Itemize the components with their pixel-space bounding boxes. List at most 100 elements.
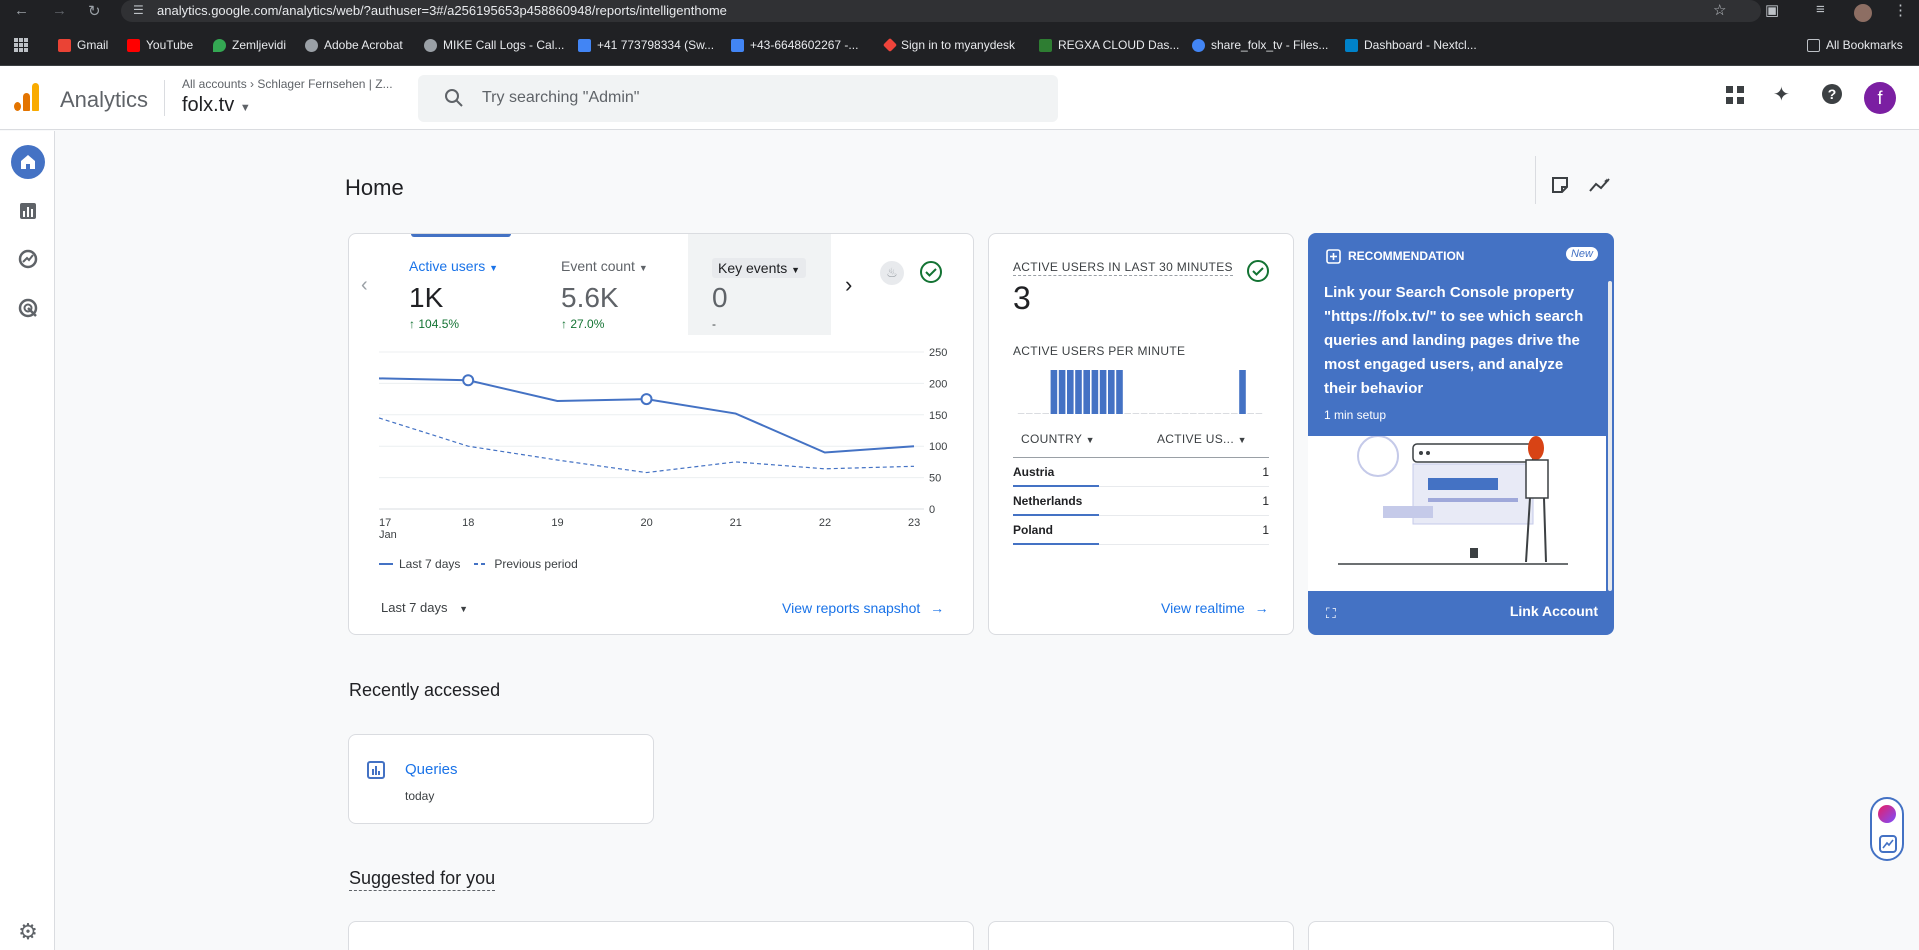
minute-bar bbox=[1149, 413, 1156, 414]
search-bar[interactable]: Try searching "Admin" bbox=[418, 75, 1058, 122]
arrow-up-icon: ↑ bbox=[409, 317, 415, 331]
apps-icon[interactable] bbox=[14, 38, 28, 52]
bookmark-maps[interactable]: Zemljevidi bbox=[213, 38, 286, 52]
metric-value: 0 bbox=[712, 282, 728, 313]
recent-item-queries[interactable]: Queries today bbox=[348, 734, 654, 824]
browser-toolbar: ← → ↻ ☰ analytics.google.com/analytics/w… bbox=[0, 0, 1919, 26]
y-tick-label: 250 bbox=[929, 347, 947, 359]
minute-bar bbox=[1083, 370, 1090, 414]
chevron-right-icon[interactable]: › bbox=[845, 272, 852, 298]
profile-icon[interactable] bbox=[1854, 4, 1872, 22]
sparkle-icon[interactable]: ✦ bbox=[1773, 82, 1790, 107]
bookmark-youtube[interactable]: YouTube bbox=[127, 38, 193, 52]
chart-legend: Last 7 days Previous period bbox=[379, 557, 578, 571]
site-info-icon[interactable]: ☰ bbox=[133, 3, 144, 17]
floating-assistant[interactable] bbox=[1870, 797, 1904, 861]
nextcloud-icon bbox=[1192, 38, 1205, 52]
minute-bar bbox=[1116, 370, 1123, 414]
check-circle-icon[interactable] bbox=[1247, 260, 1269, 287]
bookmark-star-icon[interactable]: ☆ bbox=[1713, 1, 1726, 19]
annotation-icon[interactable] bbox=[1550, 175, 1570, 200]
minute-bar bbox=[1255, 413, 1263, 414]
column-active-users[interactable]: ACTIVE US... ▼ bbox=[1157, 432, 1247, 446]
bookmark-regxa[interactable]: REGXA CLOUD Das... bbox=[1039, 38, 1179, 52]
breadcrumb[interactable]: All accounts › Schlager Fernsehen | Z... bbox=[182, 77, 393, 91]
nav-advertising[interactable] bbox=[11, 291, 45, 325]
metric-value: 1K bbox=[409, 282, 444, 313]
nav-reports[interactable] bbox=[11, 194, 45, 228]
minute-bar bbox=[1190, 413, 1197, 414]
minute-bar bbox=[1099, 370, 1107, 414]
expand-icon[interactable]: ⛶ bbox=[1326, 605, 1336, 622]
column-country[interactable]: COUNTRY ▼ bbox=[1021, 432, 1095, 446]
x-tick-sublabel: Jan bbox=[379, 529, 397, 541]
metric-change: - bbox=[712, 317, 716, 331]
suggested-card[interactable] bbox=[348, 921, 974, 950]
metric-active-users[interactable]: Active users ▼ 1K ↑ 104.5% bbox=[409, 234, 539, 335]
analytics-chat-icon[interactable] bbox=[1879, 835, 1897, 858]
target-icon bbox=[18, 298, 38, 318]
youtube-icon bbox=[127, 38, 140, 52]
per-minute-title: ACTIVE USERS PER MINUTE bbox=[1013, 344, 1186, 358]
minute-bar bbox=[1173, 413, 1181, 414]
app-name[interactable]: Analytics bbox=[60, 87, 148, 113]
recommendation-card: RECOMMENDATION New Link your Search Cons… bbox=[1308, 233, 1614, 635]
header-divider bbox=[164, 80, 165, 116]
date-range-selector[interactable]: Last 7 days ▼ bbox=[381, 600, 468, 615]
series-line-previous bbox=[378, 417, 915, 474]
avatar[interactable]: f bbox=[1864, 82, 1896, 114]
menu-icon[interactable]: ⋮ bbox=[1893, 1, 1908, 19]
realtime-count: 3 bbox=[1013, 280, 1031, 316]
nav-explore[interactable] bbox=[11, 242, 45, 276]
nav-home[interactable] bbox=[11, 145, 45, 179]
media-icon[interactable]: ≡ bbox=[1816, 1, 1825, 18]
property-selector[interactable]: folx.tv ▼ bbox=[182, 94, 251, 117]
suggested-card[interactable] bbox=[1308, 921, 1614, 950]
x-tick-label: 20 bbox=[641, 517, 653, 529]
help-icon[interactable]: ? bbox=[1821, 83, 1843, 111]
nav-admin[interactable]: ⚙ bbox=[11, 915, 45, 949]
bookmark-phone-2[interactable]: +43-6648602267 -... bbox=[731, 38, 858, 52]
chevron-left-icon[interactable]: ‹ bbox=[361, 274, 368, 297]
table-row: Austria 1 bbox=[1013, 458, 1269, 487]
bookmark-anydesk[interactable]: Sign in to myanydesk bbox=[882, 37, 1015, 53]
address-bar[interactable]: ☰ analytics.google.com/analytics/web/?au… bbox=[121, 0, 1761, 22]
gmail-icon bbox=[58, 38, 71, 52]
chat-icon bbox=[578, 38, 591, 52]
analytics-logo[interactable] bbox=[14, 83, 40, 111]
arrow-up-icon: ↑ bbox=[561, 317, 567, 331]
recommendation-icon bbox=[1326, 249, 1341, 269]
link-account-button[interactable]: Link Account bbox=[1510, 603, 1598, 619]
caret-down-icon: ▼ bbox=[1085, 435, 1095, 445]
metric-event-count[interactable]: Event count ▼ 5.6K ↑ 27.0% bbox=[561, 234, 691, 335]
extensions-icon[interactable]: ▣ bbox=[1765, 1, 1779, 19]
forward-icon[interactable]: → bbox=[52, 2, 67, 19]
bookmark-acrobat[interactable]: Adobe Acrobat bbox=[305, 38, 403, 52]
reload-icon[interactable]: ↻ bbox=[88, 2, 101, 20]
apps-grid-icon[interactable] bbox=[1725, 85, 1745, 111]
caret-down-icon: ▼ bbox=[459, 604, 469, 614]
scrollbar[interactable] bbox=[1608, 281, 1612, 591]
caret-down-icon: ▼ bbox=[791, 265, 801, 275]
left-nav-rail: ⚙ bbox=[0, 131, 55, 950]
suggested-card[interactable] bbox=[988, 921, 1294, 950]
back-icon[interactable]: ← bbox=[14, 2, 29, 19]
minute-bar bbox=[1075, 370, 1082, 414]
bookmark-mike[interactable]: MIKE Call Logs - Cal... bbox=[424, 38, 564, 52]
check-circle-icon[interactable] bbox=[920, 261, 942, 288]
metric-key-events[interactable]: Key events ▼ 0 - bbox=[688, 234, 831, 335]
table-row: Netherlands 1 bbox=[1013, 487, 1269, 516]
bookmark-gmail[interactable]: Gmail bbox=[58, 38, 108, 52]
bookmark-share-files[interactable]: share_folx_tv - Files... bbox=[1192, 38, 1328, 52]
insights-icon[interactable]: ✦ bbox=[1589, 175, 1611, 200]
bookmark-phone-1[interactable]: +41 773798334 (Sw... bbox=[578, 38, 714, 52]
assistant-icon[interactable] bbox=[1878, 805, 1896, 823]
x-tick-label: 22 bbox=[819, 517, 831, 529]
bell-off-icon[interactable]: ♨ bbox=[880, 261, 904, 285]
suggested-title: Suggested for you bbox=[349, 868, 496, 891]
globe-icon bbox=[424, 38, 437, 52]
view-reports-snapshot-link[interactable]: View reports snapshot → bbox=[782, 600, 944, 616]
bookmark-dashboard[interactable]: Dashboard - Nextcl... bbox=[1345, 38, 1477, 52]
all-bookmarks[interactable]: All Bookmarks bbox=[1807, 38, 1903, 52]
view-realtime-link[interactable]: View realtime → bbox=[1161, 600, 1269, 616]
